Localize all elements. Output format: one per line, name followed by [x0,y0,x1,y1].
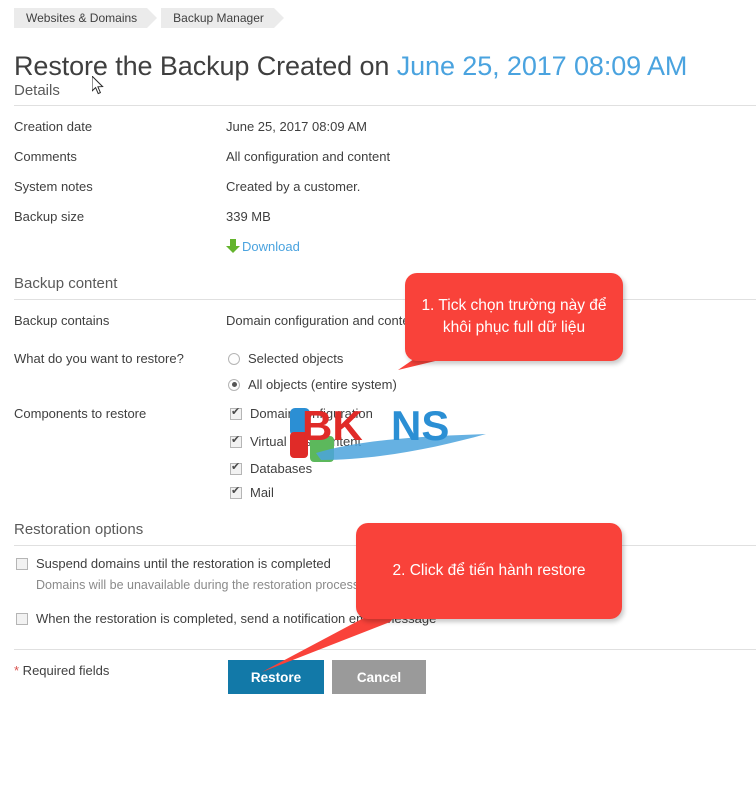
checkbox-icon-checked[interactable] [230,485,242,499]
backup-content-section-divider [14,299,756,300]
callout-click-restore: 2. Click để tiến hành restore [356,523,622,619]
checkbox-databases[interactable]: Databases [230,461,312,476]
required-fields-note: * Required fields [14,663,109,678]
backup-contains-label: Backup contains [14,313,110,328]
checkbox-icon[interactable] [16,557,28,570]
page-title-date: June 25, 2017 08:09 AM [396,51,688,82]
checkbox-icon[interactable] [16,612,28,625]
checkbox-mail[interactable]: Mail [230,485,274,500]
callout-text: 2. Click để tiến hành restore [392,562,586,579]
page-title: Restore the Backup Created on June 25, 2… [14,51,687,82]
callout-tick-field: 1. Tick chọn trường này để khôi phục ful… [405,273,623,361]
backup-size-value: 339 MB [226,209,271,224]
checkbox-label: Domain configuration [250,406,373,421]
system-notes-value: Created by a customer. [226,179,361,194]
footer-divider [14,649,756,650]
checkbox-domain-configuration[interactable]: Domain configuration [230,406,373,421]
restore-scope-label: What do you want to restore? [14,351,184,366]
breadcrumb: Websites & Domains Backup Manager [14,8,286,28]
comments-label: Comments [14,149,77,164]
checkbox-label: Databases [250,461,313,476]
radio-label: All objects (entire system) [248,377,397,392]
cancel-button[interactable]: Cancel [332,660,426,694]
checkbox-label: Mail [250,485,274,500]
suspend-domains-note: Domains will be unavailable during the r… [36,578,363,592]
system-notes-label: System notes [14,179,93,194]
checkbox-virtual-host-content[interactable]: Virtual host content [230,434,361,449]
radio-selected-objects[interactable]: Selected objects [228,351,343,366]
radio-label: Selected objects [248,351,344,366]
restore-button[interactable]: Restore [228,660,324,694]
creation-date-value: June 25, 2017 08:09 AM [226,119,367,134]
backup-size-label: Backup size [14,209,85,224]
breadcrumb-label: Backup Manager [173,11,264,25]
svg-text:NS: NS [391,402,449,449]
comments-value: All configuration and content [226,149,391,164]
callout-text: 1. Tick chọn trường này để khôi phục ful… [421,297,607,336]
components-to-restore-label: Components to restore [14,406,147,421]
checkbox-label: Virtual host content [250,434,362,449]
details-section-heading: Details [14,82,60,99]
radio-icon[interactable] [228,352,240,365]
page-title-prefix: Restore the Backup Created on [14,51,397,82]
breadcrumb-item-backup-manager[interactable]: Backup Manager [161,8,286,28]
creation-date-label: Creation date [14,119,93,134]
checkbox-icon-checked[interactable] [230,406,242,420]
checkbox-icon-checked[interactable] [230,461,242,475]
radio-icon-checked[interactable] [228,378,240,391]
details-section-divider [14,105,756,106]
restoration-options-section-heading: Restoration options [14,521,144,538]
breadcrumb-item-websites-domains[interactable]: Websites & Domains [14,8,160,28]
download-label: Download [242,238,300,254]
checkbox-icon-checked[interactable] [230,434,242,448]
backup-contains-value: Domain configuration and content [226,313,421,328]
breadcrumb-label: Websites & Domains [26,11,138,25]
checkbox-label: Suspend domains until the restoration is… [36,556,331,571]
download-link[interactable]: Download [226,238,300,254]
checkbox-suspend-domains[interactable]: Suspend domains until the restoration is… [16,556,331,571]
radio-all-objects[interactable]: All objects (entire system) [228,377,397,392]
required-fields-label: Required fields [19,663,110,678]
backup-content-section-heading: Backup content [14,275,118,292]
download-arrow-icon [226,238,240,254]
